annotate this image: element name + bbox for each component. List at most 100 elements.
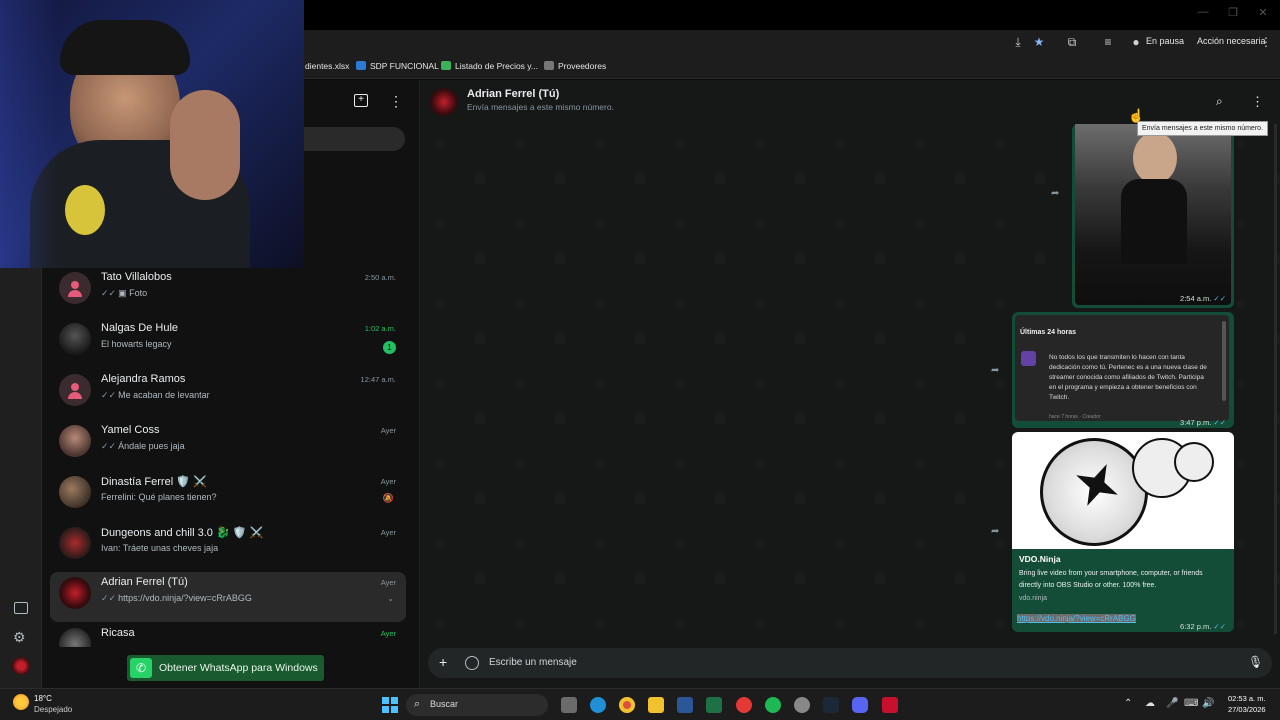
message-photo[interactable] xyxy=(1075,124,1231,305)
avatar xyxy=(59,577,91,609)
close-icon[interactable]: ✕ xyxy=(1248,6,1278,22)
chevron-down-icon[interactable]: ⌄ xyxy=(387,594,394,603)
cloud-icon[interactable]: ☁ xyxy=(1145,698,1155,709)
spotify-icon[interactable] xyxy=(765,697,781,713)
webcam-hair xyxy=(60,20,190,75)
steam-icon[interactable] xyxy=(823,697,839,713)
puzzle-icon xyxy=(544,61,554,70)
read-ticks-icon: ✓✓ xyxy=(1213,622,1226,631)
read-ticks-icon: ✓✓ xyxy=(1213,294,1226,303)
list-item[interactable]: Nalgas De Hule El howarts legacy 1:02 a.… xyxy=(50,318,406,368)
chat-time: Ayer xyxy=(380,528,396,537)
windows-start-icon[interactable] xyxy=(382,697,398,713)
chrome-icon[interactable] xyxy=(619,697,635,713)
clock-time[interactable]: 02:53 a. m. xyxy=(1228,694,1266,703)
search-icon[interactable]: ⌕ xyxy=(1216,94,1223,109)
forward-icon[interactable]: ➦ xyxy=(991,526,1005,538)
word-icon[interactable] xyxy=(677,697,693,713)
list-item[interactable]: Ricasa Ayer xyxy=(50,623,406,647)
card-message[interactable]: Últimas 24 horas No todos los que transm… xyxy=(1012,312,1234,428)
profile-icon[interactable]: ● xyxy=(1128,34,1144,50)
image-message[interactable]: 2:54 a.m. ✓✓ xyxy=(1072,124,1234,308)
list-item[interactable]: Tato Villalobos ✓✓ ▣ Foto 2:50 a.m. xyxy=(50,267,406,317)
forward-icon[interactable]: ➦ xyxy=(991,365,1005,377)
ninja-star-small xyxy=(1174,442,1214,482)
list-item[interactable]: Adrian Ferrel (Tú) ✓✓ https://vdo.ninja/?… xyxy=(50,572,406,622)
forward-icon[interactable]: ➦ xyxy=(1051,188,1065,200)
bookmark-item[interactable]: dientes.xlsx xyxy=(305,61,349,71)
red-app-icon[interactable] xyxy=(736,697,752,713)
media-icon[interactable] xyxy=(14,602,28,614)
double-check-icon: ✓✓ xyxy=(101,441,117,451)
message-link[interactable]: https://vdo.ninja/?view=cRrABGG xyxy=(1017,614,1136,623)
get-whatsapp-windows-button[interactable]: ✆ Obtener WhatsApp para Windows xyxy=(127,655,324,681)
settings-gear-icon[interactable]: ⚙ xyxy=(13,629,26,646)
link-title: VDO.Ninja xyxy=(1019,554,1061,564)
chevron-up-icon[interactable]: ⌃ xyxy=(1124,698,1132,709)
new-chat-icon[interactable]: + xyxy=(354,94,368,107)
photo-face xyxy=(1133,132,1177,184)
restore-icon[interactable]: ❐ xyxy=(1218,6,1248,22)
emoji-sticker-icon[interactable] xyxy=(465,656,479,670)
unread-badge: 1 xyxy=(383,341,396,354)
list-item[interactable]: Alejandra Ramos ✓✓ Me acaban de levantar … xyxy=(50,369,406,419)
chat-header[interactable]: Adrian Ferrel (Tú) Envía mensajes a este… xyxy=(420,80,1280,124)
list-item[interactable]: Dungeons and chill 3.0 🐉 🛡️ ⚔️ Ivan: Trá… xyxy=(50,522,406,572)
excel-icon[interactable] xyxy=(706,697,722,713)
edge-icon[interactable] xyxy=(590,697,606,713)
chat-name: Yamel Coss xyxy=(101,424,160,436)
chat-menu-icon[interactable]: ⋮ xyxy=(1251,94,1264,110)
contact-avatar[interactable] xyxy=(430,88,458,116)
bookmark-item[interactable]: Proveedores xyxy=(544,61,606,71)
taskbar-search[interactable]: ⌕ Buscar xyxy=(406,694,548,716)
sidebar-menu-icon[interactable]: ⋮ xyxy=(389,93,403,110)
list-item[interactable]: Yamel Coss ✓✓ Ándale pues jaja Ayer xyxy=(50,420,406,470)
chat-preview: ✓✓ https://vdo.ninja/?view=cRrABGG xyxy=(101,593,252,603)
minimize-icon[interactable]: — xyxy=(1188,6,1218,22)
install-app-icon[interactable]: ⤓ xyxy=(1010,34,1026,50)
bookmark-star-icon[interactable]: ★ xyxy=(1031,34,1047,50)
profile-status[interactable]: En pausa xyxy=(1146,36,1184,46)
search-icon: ⌕ xyxy=(414,698,421,710)
clock-date[interactable]: 27/03/2026 xyxy=(1228,705,1266,714)
weather-temp[interactable]: 18°C xyxy=(34,694,52,703)
link-domain: vdo.ninja xyxy=(1019,595,1048,602)
attach-plus-icon[interactable]: + xyxy=(439,654,447,670)
media-control-icon[interactable]: ≡ xyxy=(1100,34,1116,50)
double-check-icon: ✓✓ xyxy=(101,390,117,400)
network-icon[interactable]: ⌨ xyxy=(1184,698,1198,709)
link-message[interactable]: VDO.Ninja Bring live video from your sma… xyxy=(1012,432,1234,632)
file-explorer-icon[interactable] xyxy=(648,697,664,713)
chat-preview: Ivan: Tráete unas cheves jaja xyxy=(101,543,219,553)
action-needed-button[interactable]: Acción necesaria xyxy=(1197,36,1266,46)
chat-scrollbar[interactable] xyxy=(1274,124,1277,634)
photo-icon: ▣ xyxy=(118,288,130,298)
card-scrollbar xyxy=(1222,321,1226,401)
chat-preview: El howarts legacy xyxy=(101,339,172,349)
browser-menu-icon[interactable]: ⋮ xyxy=(1258,34,1274,50)
chat-preview: ✓✓ Ándale pues jaja xyxy=(101,441,185,451)
chat-name: Alejandra Ramos xyxy=(101,373,186,385)
microphone-icon[interactable]: 🎙 xyxy=(1248,655,1263,669)
bookmark-item[interactable]: SDP FUNCIONAL xyxy=(356,61,439,71)
task-view-icon[interactable] xyxy=(561,697,577,713)
read-ticks-icon: ✓✓ xyxy=(1213,418,1226,427)
message-input[interactable]: Escribe un mensaje xyxy=(489,657,577,668)
bookmark-item[interactable]: Listado de Precios y... xyxy=(441,61,538,71)
profile-avatar[interactable] xyxy=(12,657,30,675)
extensions-icon[interactable]: ⧉ xyxy=(1064,34,1080,50)
list-item[interactable]: Dinastía Ferrel 🛡️ ⚔️ Ferrelini: Qué pla… xyxy=(50,471,406,521)
microphone-tray-icon[interactable]: 🎤 xyxy=(1166,698,1178,709)
speaker-icon[interactable]: 🔊 xyxy=(1202,698,1214,709)
obs-icon[interactable] xyxy=(794,697,810,713)
chat-time: Ayer xyxy=(380,426,396,435)
discord-icon[interactable] xyxy=(852,697,868,713)
muted-bell-icon: 🔕 xyxy=(382,493,394,503)
chat-name: Dinastía Ferrel 🛡️ ⚔️ xyxy=(101,476,207,488)
weather-desc[interactable]: Despejado xyxy=(34,705,72,714)
chat-title: Adrian Ferrel (Tú) xyxy=(467,88,560,100)
mcafee-icon[interactable] xyxy=(882,697,898,713)
link-preview-image[interactable] xyxy=(1012,432,1234,549)
weather-sun-icon[interactable] xyxy=(13,694,29,710)
double-check-icon: ✓✓ xyxy=(101,288,117,298)
